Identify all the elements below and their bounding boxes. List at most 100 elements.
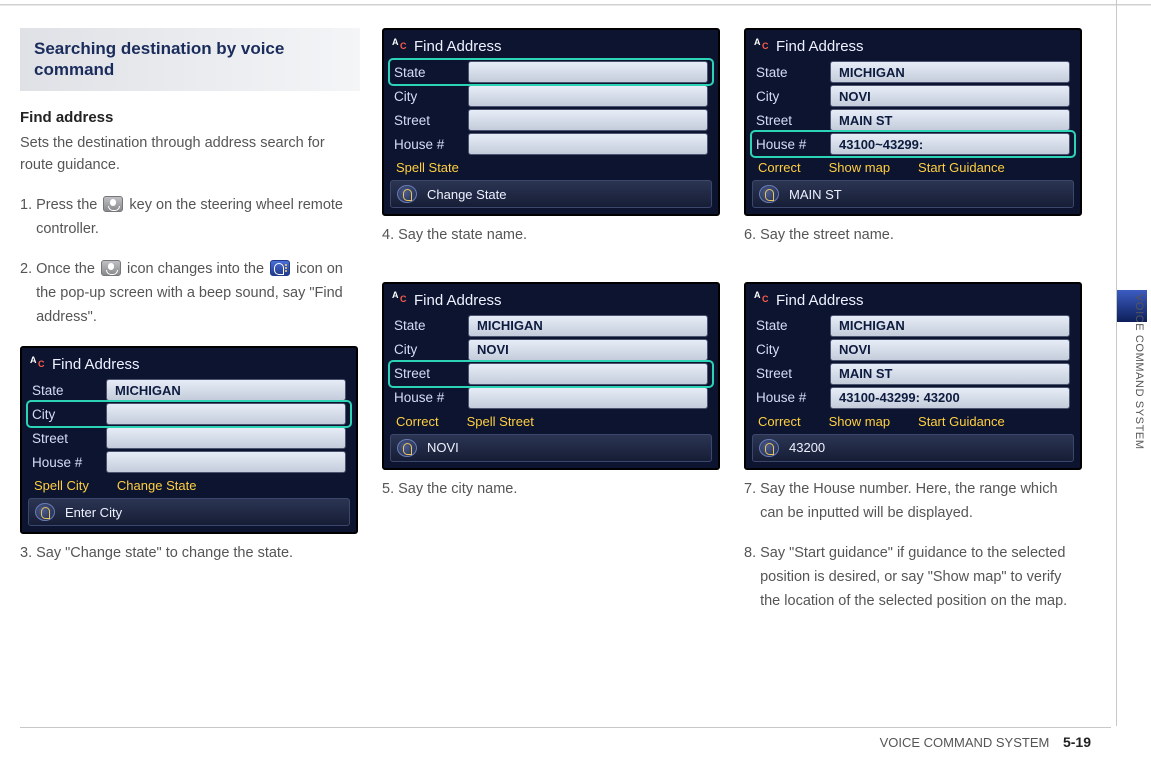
screen-title: Find Address — [414, 292, 502, 309]
field-label-house: House # — [756, 137, 822, 152]
cmd-spell-city[interactable]: Spell City — [34, 478, 89, 493]
screen-step4: Find Address State City Street House # S… — [382, 28, 720, 216]
screen-step5: Find Address StateMICHIGAN CityNOVI Stre… — [382, 282, 720, 470]
field-label-street: Street — [394, 113, 460, 128]
step-8-number: 8. — [744, 542, 756, 614]
step-1-text-a: Press the — [36, 197, 97, 213]
find-address-logo-icon — [756, 39, 770, 55]
step-6: 6. Say the street name. — [744, 224, 1084, 248]
ear-icon — [35, 503, 55, 521]
step-2-number: 2. — [20, 258, 32, 330]
intro-text: Sets the destination through address sea… — [20, 132, 360, 177]
cmd-spell-state[interactable]: Spell State — [396, 160, 459, 175]
ear-icon — [397, 185, 417, 203]
cmd-correct[interactable]: Correct — [758, 414, 801, 429]
cmd-change-state[interactable]: Change State — [117, 478, 197, 493]
step-3: 3. Say "Change state" to change the stat… — [20, 542, 360, 566]
side-rule — [1116, 0, 1117, 726]
cmd-correct[interactable]: Correct — [396, 414, 439, 429]
step-7-text: Say the House number. Here, the range wh… — [760, 478, 1084, 526]
field-label-house: House # — [32, 455, 98, 470]
find-address-logo-icon — [756, 292, 770, 308]
screen-step7: Find Address StateMICHIGAN CityNOVI Stre… — [744, 282, 1082, 470]
field-city[interactable]: NOVI — [830, 85, 1070, 107]
field-house[interactable]: 43100~43299: — [830, 133, 1070, 155]
step-5-text: Say the city name. — [398, 478, 722, 502]
ear-icon — [397, 439, 417, 457]
status-text: NOVI — [427, 440, 459, 455]
screen-step6: Find Address StateMICHIGAN CityNOVI Stre… — [744, 28, 1082, 216]
screen-title: Find Address — [52, 356, 140, 373]
find-address-logo-icon — [32, 357, 46, 373]
field-label-street: Street — [756, 366, 822, 381]
field-street[interactable] — [468, 109, 708, 131]
field-state[interactable]: MICHIGAN — [468, 315, 708, 337]
field-state[interactable]: MICHIGAN — [106, 379, 346, 401]
step-4: 4. Say the state name. — [382, 224, 722, 248]
field-street[interactable]: MAIN ST — [830, 363, 1070, 385]
step-5-number: 5. — [382, 478, 394, 502]
field-street[interactable] — [106, 427, 346, 449]
step-8: 8. Say "Start guidance" if guidance to t… — [744, 542, 1084, 614]
field-label-street: Street — [756, 113, 822, 128]
screen-step3: Find Address StateMICHIGAN City Street H… — [20, 346, 358, 534]
listening-icon — [270, 260, 290, 276]
field-label-state: State — [756, 65, 822, 80]
column-3: Find Address State MICHIGAN City NOVI Stre… — [744, 28, 1084, 630]
field-street[interactable]: MAIN ST — [830, 109, 1070, 131]
cmd-spell-street[interactable]: Spell Street — [467, 414, 534, 429]
page-number: 5-19 — [1063, 734, 1091, 750]
status-text: 43200 — [789, 440, 825, 455]
step-8-text: Say "Start guidance" if guidance to the … — [760, 542, 1084, 614]
step-1-number: 1. — [20, 194, 32, 242]
cmd-start-guidance[interactable]: Start Guidance — [918, 414, 1005, 429]
field-city[interactable] — [468, 85, 708, 107]
step-2-text-a: Once the — [36, 261, 95, 277]
step-3-number: 3. — [20, 542, 32, 566]
bottom-rule — [20, 727, 1111, 728]
field-label-house: House # — [394, 137, 460, 152]
step-2: 2. Once the icon changes into the icon o… — [20, 258, 360, 330]
field-city[interactable]: NOVI — [830, 339, 1070, 361]
field-label-house: House # — [756, 390, 822, 405]
screen-title: Find Address — [414, 38, 502, 55]
field-label-state: State — [394, 318, 460, 333]
status-text: Change State — [427, 187, 507, 202]
field-city[interactable] — [106, 403, 346, 425]
cmd-start-guidance[interactable]: Start Guidance — [918, 160, 1005, 175]
step-3-text: Say "Change state" to change the state. — [36, 542, 360, 566]
column-1: Searching destination by voice command F… — [20, 28, 360, 630]
step-7: 7. Say the House number. Here, the range… — [744, 478, 1084, 526]
field-state[interactable]: MICHIGAN — [830, 61, 1070, 83]
screen-title: Find Address — [776, 38, 864, 55]
column-2: Find Address State City Street House # S… — [382, 28, 722, 630]
field-house[interactable]: 43100-43299: 43200 — [830, 387, 1070, 409]
cmd-correct[interactable]: Correct — [758, 160, 801, 175]
field-label-street: Street — [394, 366, 460, 381]
field-label-city: City — [394, 89, 460, 104]
field-state[interactable]: MICHIGAN — [830, 315, 1070, 337]
field-label-state: State — [756, 318, 822, 333]
footer: VOICE COMMAND SYSTEM 5-19 — [880, 734, 1091, 750]
status-text: Enter City — [65, 505, 122, 520]
field-label-city: City — [756, 342, 822, 357]
step-2-text-b: icon changes into the — [127, 261, 264, 277]
field-city[interactable]: NOVI — [468, 339, 708, 361]
step-4-number: 4. — [382, 224, 394, 248]
field-label-city: City — [32, 407, 98, 422]
step-4-text: Say the state name. — [398, 224, 722, 248]
step-6-number: 6. — [744, 224, 756, 248]
status-text: MAIN ST — [789, 187, 842, 202]
field-house[interactable] — [106, 451, 346, 473]
cmd-show-map[interactable]: Show map — [829, 414, 890, 429]
sub-heading-find-address: Find address — [20, 109, 360, 126]
field-house[interactable] — [468, 387, 708, 409]
field-house[interactable] — [468, 133, 708, 155]
field-street[interactable] — [468, 363, 708, 385]
field-label-street: Street — [32, 431, 98, 446]
side-tab-label: VOICE COMMAND SYSTEM — [1127, 290, 1151, 454]
find-address-logo-icon — [394, 292, 408, 308]
field-state[interactable] — [468, 61, 708, 83]
step-1: 1. Press the key on the steering wheel r… — [20, 194, 360, 242]
cmd-show-map[interactable]: Show map — [829, 160, 890, 175]
